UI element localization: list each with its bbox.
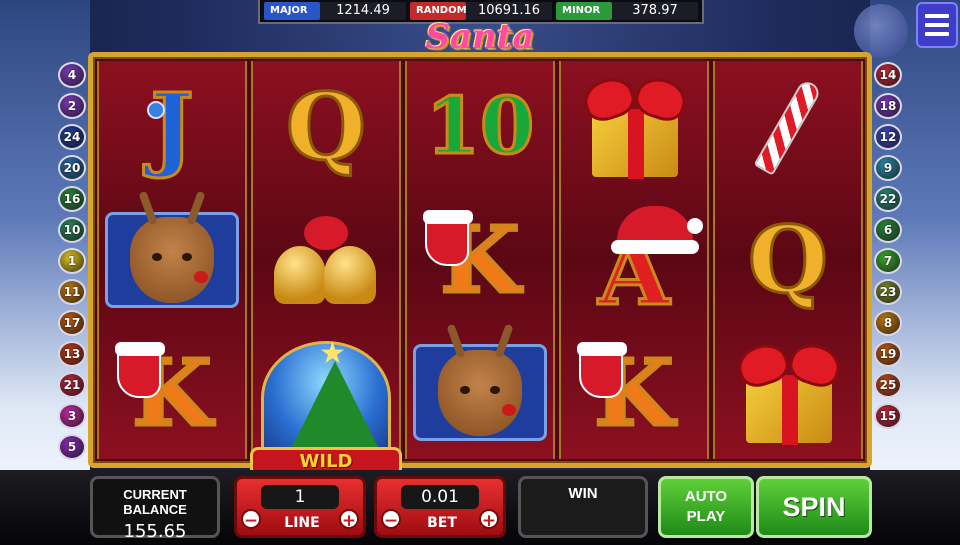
menu-button[interactable] [916,2,958,48]
symbol-j: J [99,61,245,194]
payline-indicator-4[interactable]: 4 [58,62,86,88]
payline-indicators-left: 4 2 24 20 16 10 1 11 17 13 21 3 5 [58,62,86,460]
symbol-gift [561,61,707,194]
jackpot-major-value: 1214.49 [320,2,406,20]
payline-indicator-5[interactable]: 5 [58,434,86,460]
auto-play-button[interactable]: AUTO PLAY [658,476,754,538]
star-icon: ★ [319,336,346,371]
reel-frame: J K Q ★ WILD 10 K A K Q [88,52,872,477]
payline-indicator-6[interactable]: 6 [874,217,902,243]
symbol-reindeer [407,323,553,459]
line-stepper: 1 LINE − + [234,476,366,538]
gift-icon [574,72,694,180]
payline-indicator-8[interactable]: 8 [874,310,902,336]
current-balance-panel: CURRENT BALANCE 155.65 [90,476,220,542]
symbol-q: Q [253,61,399,194]
symbol-letter: J [149,73,195,182]
bells-icon [266,210,386,310]
payline-indicator-15[interactable]: 15 [874,403,902,429]
payline-indicator-11[interactable]: 11 [58,279,86,305]
payline-indicator-13[interactable]: 13 [58,341,86,367]
line-plus-button[interactable]: + [339,509,359,531]
symbol-k: K [99,326,245,459]
symbol-letter: 10 [424,81,536,173]
bet-minus-button[interactable]: − [381,509,401,531]
jackpot-major-label: MAJOR [264,2,320,20]
menu-icon-bar [925,23,949,27]
jackpot-minor-label: MINOR [556,2,612,20]
payline-indicator-14[interactable]: 14 [874,62,902,88]
spin-button[interactable]: SPIN [756,476,872,538]
symbol-candy-cane [715,61,861,194]
symbol-k: K [561,326,707,459]
symbol-wild: ★ WILD [250,335,402,477]
payline-indicator-3[interactable]: 3 [58,403,86,429]
balance-label: CURRENT BALANCE [123,487,187,517]
reel-3: 10 K [405,61,555,459]
jackpot-minor: MINOR 378.97 [556,2,698,20]
symbol-reindeer [99,190,245,327]
symbol-letter: Q [746,206,829,314]
auto-play-label-line1: AUTO [684,488,728,505]
santa-hat-icon [611,205,699,254]
payline-indicator-9[interactable]: 9 [874,155,902,181]
payline-indicator-7[interactable]: 7 [874,248,902,274]
symbol-q: Q [715,194,861,327]
moon-icon [854,4,908,58]
stocking-icon [115,342,165,399]
symbol-letter: Q [284,73,367,182]
bet-label: BET [427,515,457,531]
auto-play-label-line2: PLAY [686,508,726,525]
payline-indicator-18[interactable]: 18 [874,93,902,119]
jackpot-major: MAJOR 1214.49 [264,2,406,20]
line-value: 1 [261,485,339,509]
balance-value: 155.65 [123,521,187,542]
payline-indicator-17[interactable]: 17 [58,310,86,336]
symbol-gift [715,326,861,459]
payline-indicator-23[interactable]: 23 [874,279,902,305]
win-panel: WIN [518,476,648,538]
reel-1: J K [97,61,247,459]
menu-icon-bar [925,14,949,18]
symbol-a: A [561,194,707,327]
payline-indicator-22[interactable]: 22 [874,186,902,212]
stocking-icon [423,209,473,266]
payline-indicator-21[interactable]: 21 [58,372,86,398]
line-minus-button[interactable]: − [241,509,261,531]
payline-indicator-16[interactable]: 16 [58,186,86,212]
payline-indicator-12[interactable]: 12 [874,124,902,150]
win-label: WIN [568,485,598,502]
payline-indicator-19[interactable]: 19 [874,341,902,367]
gift-icon [728,337,848,445]
line-label: LINE [284,515,320,531]
christmas-tree-icon [287,361,383,457]
reels: J K Q ★ WILD 10 K A K Q [97,61,863,477]
bet-plus-button[interactable]: + [479,509,499,531]
ornament-icon [147,101,165,119]
candy-cane-icon [753,78,823,177]
payline-indicator-1[interactable]: 1 [58,248,86,274]
control-panel: CURRENT BALANCE 155.65 1 LINE − + 0.01 B… [0,470,960,545]
reindeer-icon [438,323,522,436]
payline-indicator-24[interactable]: 24 [58,124,86,150]
payline-indicator-10[interactable]: 10 [58,217,86,243]
payline-indicator-25[interactable]: 25 [874,372,902,398]
jackpot-minor-value: 378.97 [612,2,698,20]
payline-indicator-2[interactable]: 2 [58,93,86,119]
payline-indicator-20[interactable]: 20 [58,155,86,181]
payline-indicators-right: 14 18 12 9 22 6 7 23 8 19 25 15 [874,62,902,429]
stocking-icon [577,342,627,399]
reindeer-icon [130,190,214,303]
reel-5: Q [713,61,863,459]
reel-4: A K [559,61,709,459]
symbol-k: K [407,194,553,327]
bet-stepper: 0.01 BET − + [374,476,506,538]
symbol-bells [253,194,399,327]
reel-2: Q ★ WILD [250,61,402,477]
bet-value: 0.01 [401,485,479,509]
symbol-10: 10 [407,61,553,194]
menu-icon-bar [925,32,949,36]
